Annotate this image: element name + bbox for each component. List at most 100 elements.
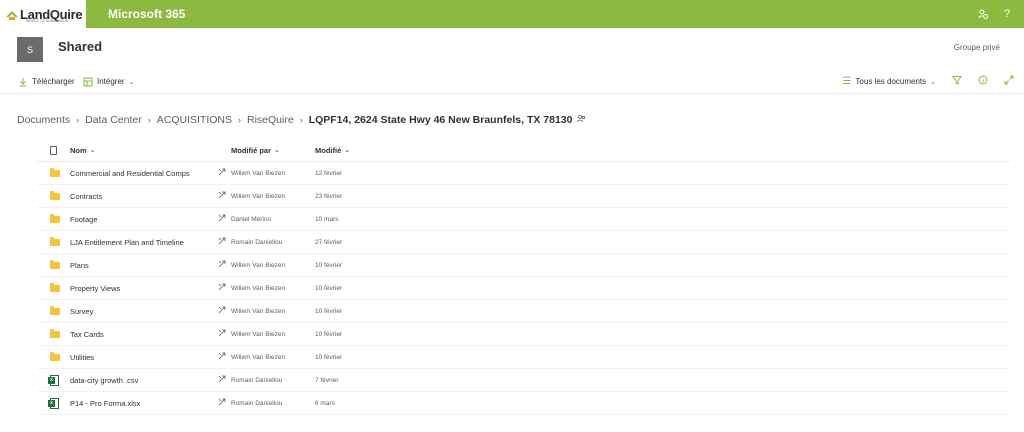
folder-icon	[50, 351, 60, 361]
row-actions[interactable]	[213, 237, 231, 247]
row-actions[interactable]	[213, 283, 231, 293]
modified-date: 7 février	[315, 376, 339, 384]
file-name[interactable]: P14 - Pro Forma.xlsx	[70, 399, 213, 408]
file-name[interactable]: data-city growth .csv	[70, 376, 213, 385]
chevron-right-icon: ›	[147, 115, 151, 125]
view-selector[interactable]: ☰ Tous les documents ⌄	[842, 76, 936, 87]
breadcrumb-item-acquisitions[interactable]: ACQUISITIONS	[157, 114, 232, 126]
folder-icon	[50, 190, 60, 200]
logo-mark-icon	[6, 8, 18, 20]
column-header-modified-by-label: Modifié par	[231, 145, 272, 155]
landquire-logo[interactable]: LandQuire WORLD OF SUBDIVISION	[0, 0, 86, 28]
row-actions[interactable]	[213, 352, 231, 362]
table-row[interactable]: LJA Entitlement Plan and Timeline Romain …	[37, 231, 1010, 254]
chevron-down-icon: ⌄	[128, 78, 135, 86]
row-actions[interactable]	[213, 191, 231, 201]
integrate-button[interactable]: Intégrer ⌄	[83, 77, 134, 87]
column-header-modified-by[interactable]: Modifié par ⌄	[231, 146, 315, 155]
folder-icon	[50, 282, 60, 292]
file-name[interactable]: Plans	[70, 261, 213, 270]
modified-by[interactable]: Willem Van Biezen	[231, 308, 315, 315]
table-row[interactable]: Survey Willem Van Biezen 10 février	[37, 300, 1010, 323]
chevron-down-icon: ⌄	[274, 147, 280, 154]
file-name[interactable]: Commercial and Residential Comps	[70, 169, 213, 178]
breadcrumb: Documents › Data Center › ACQUISITIONS ›…	[17, 114, 586, 126]
modified-date: 10 février	[315, 284, 343, 292]
people-settings-icon[interactable]	[976, 7, 990, 21]
row-actions[interactable]	[213, 168, 231, 178]
file-rows: Commercial and Residential Comps Willem V…	[37, 162, 1010, 415]
info-icon[interactable]	[978, 75, 988, 88]
row-actions[interactable]	[213, 375, 231, 385]
file-name[interactable]: Tax Cards	[70, 330, 213, 339]
table-row[interactable]: Commercial and Residential Comps Willem V…	[37, 162, 1010, 185]
row-actions[interactable]	[213, 306, 231, 316]
file-name[interactable]: Footage	[70, 215, 213, 224]
file-name[interactable]: Contracts	[70, 192, 213, 201]
document-icon	[50, 145, 57, 155]
modified-date: 10 février	[315, 261, 343, 269]
table-row[interactable]: Contracts Willem Van Biezen 23 février	[37, 185, 1010, 208]
modified-by[interactable]: Romain Daniellou	[231, 377, 315, 384]
chevron-right-icon: ›	[299, 115, 303, 125]
chevron-down-icon: ⌄	[344, 147, 351, 154]
modified-by[interactable]: Romain Daniellou	[231, 400, 315, 407]
file-list: Nom ⌄ Modifié par ⌄ Modifié ⌄ Commercial…	[37, 139, 1010, 415]
file-name[interactable]: Property Views	[70, 284, 213, 293]
modified-date: 10 mars	[315, 215, 339, 223]
modified-by[interactable]: Willem Van Biezen	[231, 285, 315, 292]
modified-date: 10 février	[315, 330, 343, 338]
breadcrumb-item-risequire[interactable]: RiseQuire	[247, 114, 294, 126]
modified-date: 6 mars	[315, 399, 335, 407]
filter-icon[interactable]	[952, 75, 962, 88]
chevron-right-icon: ›	[76, 115, 80, 125]
excel-file-icon	[48, 397, 59, 409]
file-type-header[interactable]	[37, 145, 70, 155]
row-actions[interactable]	[213, 260, 231, 270]
modified-by[interactable]: Willem Van Biezen	[231, 354, 315, 361]
share-icon	[218, 352, 226, 362]
help-icon[interactable]: ?	[1000, 7, 1014, 21]
column-header-name[interactable]: Nom ⌄	[70, 146, 213, 155]
site-avatar[interactable]: S	[17, 37, 43, 62]
row-actions[interactable]	[213, 214, 231, 224]
site-title[interactable]: Shared	[58, 39, 102, 54]
modified-date: 12 février	[315, 169, 343, 177]
file-type-cell	[37, 213, 70, 223]
modified-by[interactable]: Willem Van Biezen	[231, 331, 315, 338]
app-title[interactable]: Microsoft 365	[108, 7, 185, 21]
download-button[interactable]: Télécharger	[18, 77, 75, 87]
row-actions[interactable]	[213, 398, 231, 408]
table-row[interactable]: Footage Daniel Merino 10 mars	[37, 208, 1010, 231]
modified-by[interactable]: Willem Van Biezen	[231, 170, 315, 177]
modified-by[interactable]: Willem Van Biezen	[231, 193, 315, 200]
modified-date: 10 février	[315, 353, 343, 361]
table-row[interactable]: Tax Cards Willem Van Biezen 10 février	[37, 323, 1010, 346]
share-icon	[218, 237, 226, 247]
table-row[interactable]: P14 - Pro Forma.xlsx Romain Daniellou6 ma…	[37, 392, 1010, 415]
folder-icon	[50, 328, 60, 338]
file-name[interactable]: Survey	[70, 307, 213, 316]
column-header-modified[interactable]: Modifié ⌄	[315, 146, 395, 155]
suite-bar: LandQuire WORLD OF SUBDIVISION Microsoft…	[0, 0, 1024, 28]
file-type-cell	[37, 259, 70, 269]
integrate-icon	[83, 77, 93, 87]
file-type-cell	[37, 397, 70, 409]
modified-date: 23 février	[315, 192, 343, 200]
table-row[interactable]: Utilities Willem Van Biezen 10 février	[37, 346, 1010, 369]
modified-by[interactable]: Romain Daniellou	[231, 239, 315, 246]
breadcrumb-item-data-center[interactable]: Data Center	[85, 114, 142, 126]
row-actions[interactable]	[213, 329, 231, 339]
table-row[interactable]: data-city growth .csv Romain Daniellou7 f…	[37, 369, 1010, 392]
expand-icon[interactable]	[1004, 75, 1014, 88]
site-privacy-label: Groupe privé	[953, 43, 1000, 52]
table-row[interactable]: Property Views Willem Van Biezen 10 févrie…	[37, 277, 1010, 300]
file-type-cell	[37, 190, 70, 200]
table-row[interactable]: Plans Willem Van Biezen 10 février	[37, 254, 1010, 277]
file-name[interactable]: Utilities	[70, 353, 213, 362]
breadcrumb-item-documents[interactable]: Documents	[17, 114, 70, 126]
people-icon[interactable]	[577, 115, 586, 125]
modified-by[interactable]: Daniel Merino	[231, 216, 315, 223]
file-name[interactable]: LJA Entitlement Plan and Timeline	[70, 238, 213, 247]
modified-by[interactable]: Willem Van Biezen	[231, 262, 315, 269]
